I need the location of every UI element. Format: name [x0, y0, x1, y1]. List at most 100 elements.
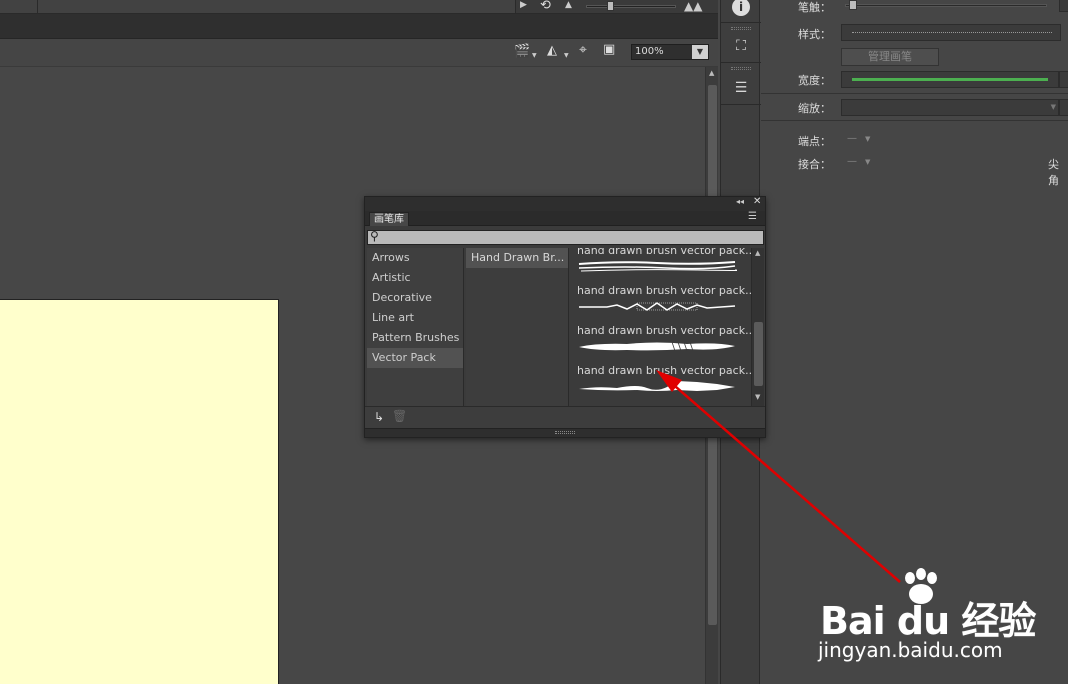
clip-stage-icon[interactable]: ▣ — [603, 42, 615, 57]
panel-grip[interactable] — [731, 67, 751, 70]
scale-extra-field[interactable] — [1059, 99, 1068, 116]
brush-library-tab[interactable]: 画笔库 — [369, 212, 409, 226]
brush-stroke-preview — [579, 381, 735, 391]
collapse-panel-icon[interactable]: ◂◂ — [736, 197, 744, 206]
manage-brush-button[interactable]: 管理画笔 — [841, 48, 939, 66]
rotate-view-icon[interactable]: ⟲ — [540, 0, 551, 13]
top-strip-segment — [0, 0, 38, 13]
scale-dropdown-icon[interactable]: ▼ — [1051, 103, 1056, 111]
brush-item-name: hand drawn brush vector pack... — [577, 364, 751, 377]
brush-preview-list: hand drawn brush vector pack... hand dra… — [571, 248, 751, 406]
brush-item-name: hand drawn brush vector pack... — [577, 284, 751, 297]
brush-search-input[interactable]: ⚲ — [367, 229, 764, 245]
panel-menu-icon[interactable]: ☰ — [748, 211, 757, 222]
category-item-artistic[interactable]: Artistic — [367, 268, 463, 288]
brush-item[interactable]: hand drawn brush vector pack... — [571, 324, 751, 364]
top-strip: ▶ ⟲ ▲ ▲▲ — [0, 0, 718, 14]
top-strip-segment — [38, 0, 516, 13]
join-type-icon[interactable]: — — [847, 156, 857, 167]
brush-label: 笔触： — [798, 1, 831, 14]
zoom-slider[interactable] — [586, 5, 676, 8]
zoom-field[interactable]: 100% ▼ — [631, 44, 709, 60]
resize-grip[interactable] — [555, 431, 575, 434]
cap-label: 端点： — [798, 135, 831, 148]
manage-brush-label: 管理画笔 — [868, 50, 912, 63]
brush-item[interactable]: hand drawn brush vector pack... — [571, 248, 751, 284]
category-item-arrows[interactable]: Arrows — [367, 248, 463, 268]
brush-library-titlebar[interactable]: ◂◂ ✕ — [365, 196, 765, 211]
center-stage-icon[interactable]: ⌖ — [579, 42, 587, 58]
category-item-line-art[interactable]: Line art — [367, 308, 463, 328]
category-item-decorative[interactable]: Decorative — [367, 288, 463, 308]
brush-library-resize-bar[interactable] — [365, 428, 765, 437]
document-toolbar: 🎬 ▼ ◭ ▼ ⌖ ▣ 100% ▼ — [0, 39, 718, 67]
search-icon: ⚲ — [370, 229, 379, 243]
width-dropdown[interactable] — [1059, 71, 1068, 88]
brush-library-tab-label: 画笔库 — [374, 214, 404, 225]
snap-object-icon[interactable]: ◭ — [547, 43, 557, 58]
brush-stroke-preview — [578, 261, 737, 272]
zoom-out-mountain-icon[interactable]: ▲ — [565, 0, 572, 10]
transform-icon[interactable]: ⛶ — [731, 36, 751, 56]
subcategory-item-hand-drawn[interactable]: Hand Drawn Br... — [466, 248, 568, 268]
scroll-down-icon[interactable]: ▼ — [755, 393, 760, 401]
brush-item-name: hand drawn brush vector pack... — [577, 324, 751, 337]
watermark-logo-text: Bai du 经验 — [820, 599, 1036, 643]
stage-artboard[interactable] — [0, 299, 279, 684]
dropdown-small-icon[interactable]: ▼ — [532, 52, 537, 59]
style-label: 样式： — [798, 28, 831, 41]
brush-item[interactable]: hand drawn brush vector pack... — [571, 284, 751, 324]
zoom-in-mountain-icon[interactable]: ▲▲ — [684, 0, 702, 13]
scroll-up-icon[interactable]: ▲ — [755, 249, 760, 257]
brush-library-panel: ◂◂ ✕ 画笔库 ☰ ⚲ Arrows Artistic Decorative … — [364, 196, 766, 438]
style-select[interactable] — [841, 24, 1061, 41]
join-dropdown-icon[interactable]: ▼ — [865, 158, 870, 166]
brush-stroke-preview — [579, 341, 735, 352]
brush-library-tab-row: 画笔库 ☰ — [365, 211, 765, 226]
brush-size-field[interactable] — [1059, 0, 1068, 12]
align-icon[interactable]: ☰ — [731, 78, 751, 98]
cap-dropdown-icon[interactable]: ▼ — [865, 135, 870, 143]
document-tab-bar — [0, 14, 718, 39]
brush-list-scrollbar[interactable]: ▲ ▼ — [751, 248, 764, 406]
zoom-dropdown-icon[interactable]: ▼ — [692, 45, 708, 59]
brush-list-scroll-thumb[interactable] — [754, 322, 763, 386]
info-icon[interactable]: i — [732, 0, 750, 16]
stroke-panel-divider — [761, 120, 1068, 121]
width-preview-line — [852, 78, 1048, 81]
miter-label: 尖角 — [1048, 158, 1059, 187]
icon-column-divider — [721, 104, 761, 105]
brush-size-slider-thumb[interactable] — [849, 0, 857, 10]
scale-label: 缩放： — [798, 102, 831, 115]
play-right-icon[interactable]: ▶ — [520, 0, 527, 10]
trash-icon[interactable]: 🗑 — [392, 409, 407, 423]
category-item-pattern-brushes[interactable]: Pattern Brushes — [367, 328, 463, 348]
brush-stroke-preview — [579, 302, 736, 311]
brush-item[interactable]: hand drawn brush vector pack... — [571, 364, 751, 404]
zoom-value: 100% — [635, 46, 664, 57]
add-to-document-icon[interactable]: ↳ — [374, 410, 384, 424]
baidu-watermark: Bai du 经验 jingyan.baidu.com — [818, 568, 1058, 668]
width-select[interactable] — [841, 71, 1059, 88]
category-item-vector-pack[interactable]: Vector Pack — [367, 348, 463, 368]
icon-column-divider — [721, 22, 761, 23]
stroke-panel-divider — [761, 93, 1068, 94]
clapperboard-icon[interactable]: 🎬 — [514, 44, 530, 59]
zoom-slider-thumb[interactable] — [607, 1, 614, 11]
join-label: 接合： — [798, 158, 831, 171]
brush-size-slider[interactable] — [845, 4, 1047, 7]
scroll-up-icon[interactable]: ▲ — [709, 69, 714, 77]
brush-library-footer: ↳ 🗑 — [365, 406, 765, 428]
close-icon[interactable]: ✕ — [753, 196, 761, 207]
icon-column-divider — [721, 62, 761, 63]
brush-item-name: hand drawn brush vector pack... — [577, 248, 751, 257]
style-preview-dotted — [852, 32, 1052, 33]
width-label: 宽度： — [798, 74, 831, 87]
watermark-url: jingyan.baidu.com — [818, 638, 1003, 662]
brush-subcategory-list: Hand Drawn Br... — [466, 248, 569, 406]
scale-select[interactable]: ▼ — [841, 99, 1059, 116]
dropdown-small-icon[interactable]: ▼ — [564, 52, 569, 59]
panel-grip[interactable] — [731, 27, 751, 30]
brush-category-list: Arrows Artistic Decorative Line art Patt… — [367, 248, 464, 406]
cap-type-icon[interactable]: — — [847, 133, 857, 144]
